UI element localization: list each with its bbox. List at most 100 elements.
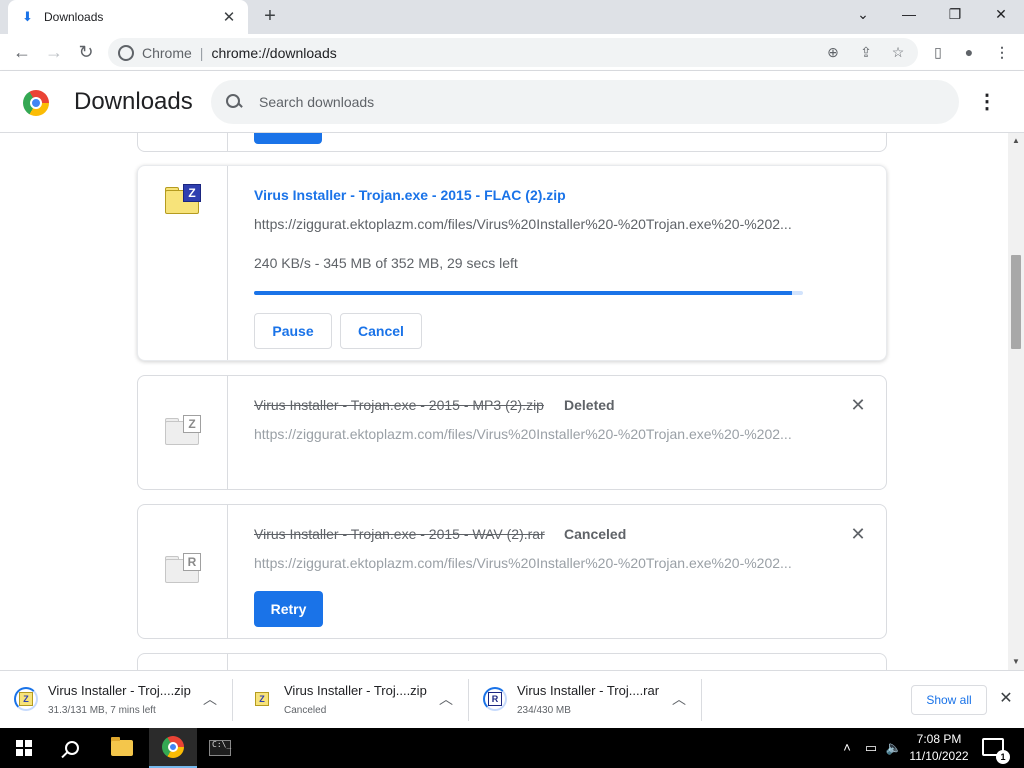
- tab-search-button[interactable]: ⌄: [840, 0, 886, 30]
- chevron-up-icon[interactable]: ︿: [669, 689, 689, 709]
- tray-expand-icon[interactable]: ˄: [838, 740, 856, 755]
- chevron-up-icon[interactable]: ︿: [436, 689, 456, 709]
- card-icon-column: [138, 133, 228, 151]
- download-card-deleted: Z Virus Installer - Trojan.exe - 2015 - …: [137, 375, 887, 490]
- omnibox-site-label: Chrome: [142, 44, 192, 61]
- clock-date: 11/10/2022: [909, 749, 969, 763]
- card-icon-column: Z: [138, 376, 228, 489]
- share-icon[interactable]: ⇪: [855, 41, 877, 63]
- remove-from-list-icon[interactable]: ✕: [848, 524, 868, 544]
- scrollbar[interactable]: ▲ ▼: [1008, 133, 1024, 670]
- restore-button[interactable]: ❐: [932, 0, 978, 30]
- download-card-active: Z Virus Installer - Trojan.exe - 2015 - …: [137, 165, 887, 361]
- chrome-logo-icon: [23, 90, 49, 116]
- search-icon: [225, 93, 243, 111]
- rar-file-icon: R: [165, 553, 201, 583]
- retry-button[interactable]: Retry: [254, 591, 323, 627]
- back-button[interactable]: ←: [8, 39, 36, 67]
- file-name-link[interactable]: Virus Installer - Trojan.exe - 2015 - FL…: [254, 187, 566, 203]
- status-badge: Canceled: [564, 526, 627, 542]
- shelf-item-name: Virus Installer - Troj....zip: [48, 683, 191, 698]
- download-card-canceled: R Virus Installer - Trojan.exe - 2015 - …: [137, 504, 887, 639]
- browser-toolbar: ← → ↻ Chrome | chrome://downloads ⊕ ⇪ ☆ …: [0, 34, 1024, 71]
- shelf-item-status: 234/430 MB: [517, 705, 571, 716]
- taskbar-search-button[interactable]: [48, 728, 96, 768]
- file-name: Virus Installer - Trojan.exe - 2015 - MP…: [254, 397, 544, 413]
- file-url[interactable]: https://ziggurat.ektoplazm.com/files/Vir…: [254, 216, 802, 232]
- taskbar: C:\_ ˄ ▭ 🔈 7:08 PM 11/10/2022 1: [0, 728, 1024, 768]
- download-card-partial: [137, 133, 887, 152]
- omnibox-separator: |: [199, 44, 204, 61]
- progress-bar-fill: [254, 291, 793, 295]
- tab-downloads[interactable]: ⬇ Downloads ✕: [8, 0, 248, 34]
- windows-logo-icon: [16, 740, 32, 756]
- notification-count-badge: 1: [996, 750, 1010, 764]
- system-clock[interactable]: 7:08 PM 11/10/2022: [906, 731, 972, 765]
- download-shelf: Z Virus Installer - Troj....zip 31.3/131…: [0, 670, 1024, 728]
- cancel-button[interactable]: Cancel: [340, 313, 422, 349]
- search-downloads-box[interactable]: [211, 80, 959, 124]
- shelf-item-status: Canceled: [284, 705, 327, 716]
- zip-download-icon: Z: [14, 687, 38, 711]
- tab-title: Downloads: [44, 10, 104, 24]
- file-url[interactable]: https://ziggurat.ektoplazm.com/files/Vir…: [254, 426, 802, 442]
- zip-file-icon: Z: [165, 184, 201, 214]
- remove-from-list-icon[interactable]: ✕: [848, 395, 868, 415]
- download-icon: ⬇: [22, 9, 33, 24]
- terminal-icon: C:\_: [209, 740, 231, 756]
- pause-button[interactable]: Pause: [254, 313, 332, 349]
- window-close-button[interactable]: ✕: [978, 0, 1024, 30]
- zip-download-icon: Z: [250, 687, 274, 711]
- close-shelf-icon[interactable]: ✕: [996, 689, 1016, 709]
- shelf-item[interactable]: R Virus Installer - Troj....rar 234/430 …: [469, 679, 702, 721]
- card-icon-column: [138, 654, 228, 670]
- card-icon-column: Z: [138, 166, 228, 360]
- omnibox-url: chrome://downloads: [211, 44, 337, 61]
- reload-button[interactable]: ↻: [72, 39, 100, 67]
- status-badge: Deleted: [564, 397, 615, 413]
- forward-button[interactable]: →: [40, 39, 68, 67]
- shelf-item-name: Virus Installer - Troj....zip: [284, 683, 427, 698]
- rar-download-icon: R: [483, 687, 507, 711]
- search-icon: [65, 741, 79, 755]
- progress-bar: [254, 291, 803, 295]
- new-tab-button[interactable]: +: [258, 5, 282, 29]
- network-icon[interactable]: ▭: [862, 740, 880, 756]
- chrome-site-icon: [118, 44, 134, 61]
- shelf-item-name: Virus Installer - Troj....rar: [517, 683, 660, 698]
- show-all-button[interactable]: Show all: [911, 685, 987, 715]
- chrome-taskbar-button[interactable]: [149, 728, 197, 768]
- side-panel-icon[interactable]: ▯: [927, 41, 949, 63]
- scroll-up-arrow-icon[interactable]: ▲: [1008, 133, 1024, 149]
- shelf-item[interactable]: Z Virus Installer - Troj....zip Canceled…: [236, 679, 469, 721]
- progress-status: 240 KB/s - 345 MB of 352 MB, 29 secs lef…: [254, 255, 518, 271]
- chevron-up-icon[interactable]: ︿: [200, 689, 220, 709]
- terminal-taskbar-button[interactable]: C:\_: [196, 728, 244, 768]
- start-button[interactable]: [0, 728, 48, 768]
- file-url[interactable]: https://ziggurat.ektoplazm.com/files/Vir…: [254, 555, 802, 571]
- shelf-item[interactable]: Z Virus Installer - Troj....zip 31.3/131…: [0, 679, 233, 721]
- download-card-partial: [137, 653, 887, 670]
- zoom-icon[interactable]: ⊕: [822, 41, 844, 63]
- chrome-icon: [162, 736, 184, 758]
- shelf-item-status: 31.3/131 MB, 7 mins left: [48, 705, 156, 716]
- zip-file-icon: Z: [165, 415, 201, 445]
- scrollbar-thumb[interactable]: [1011, 255, 1021, 349]
- profile-icon[interactable]: ●: [958, 41, 980, 63]
- downloads-list: Z Virus Installer - Trojan.exe - 2015 - …: [0, 133, 1008, 670]
- browser-menu-icon[interactable]: ⋮: [991, 41, 1013, 63]
- more-actions-icon[interactable]: ⋮: [975, 90, 999, 114]
- scroll-down-arrow-icon[interactable]: ▼: [1008, 654, 1024, 670]
- file-explorer-button[interactable]: [98, 728, 146, 768]
- minimize-button[interactable]: —: [886, 0, 932, 30]
- folder-icon: [111, 737, 133, 756]
- partial-button[interactable]: [254, 133, 322, 144]
- bookmark-star-icon[interactable]: ☆: [887, 41, 909, 63]
- address-bar[interactable]: Chrome | chrome://downloads: [108, 38, 918, 67]
- search-input[interactable]: [259, 94, 859, 110]
- tab-close-icon[interactable]: ✕: [220, 8, 238, 26]
- clock-time: 7:08 PM: [916, 732, 962, 746]
- card-icon-column: R: [138, 505, 228, 638]
- volume-icon[interactable]: 🔈: [885, 740, 903, 756]
- downloads-header: Downloads ⋮: [0, 71, 1024, 133]
